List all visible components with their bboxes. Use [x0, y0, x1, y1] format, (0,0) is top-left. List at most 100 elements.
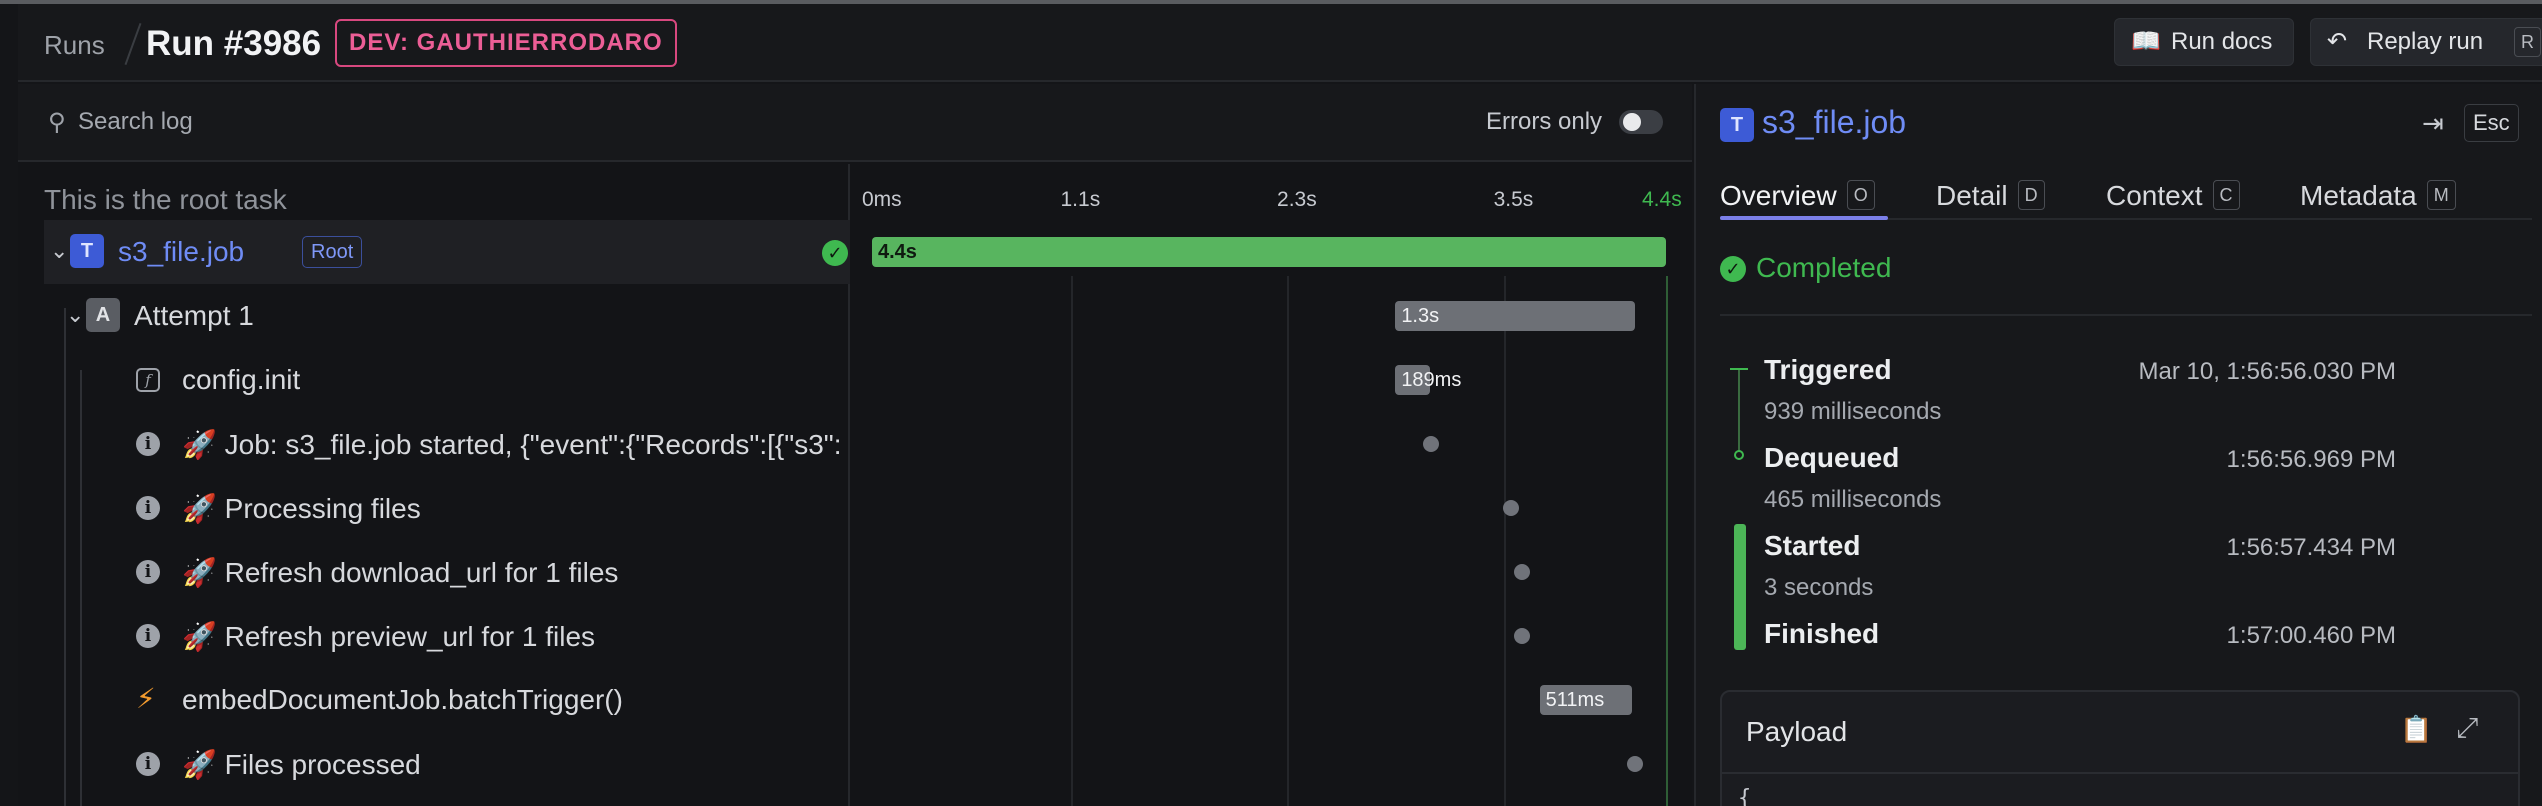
errors-only-toggle[interactable] — [1619, 110, 1663, 134]
timeline-end-line — [1666, 276, 1668, 806]
replay-run-button[interactable]: ↶ Replay run R — [2310, 18, 2542, 66]
expand-icon[interactable]: ⤢ — [2456, 712, 2478, 745]
event-time: 1:56:57.434 PM — [2226, 534, 2396, 561]
timeline-tick-label: 0ms — [862, 188, 902, 211]
search-log-input[interactable] — [78, 104, 678, 140]
span-name: 🚀 Files processed — [182, 749, 421, 780]
timeline-tick-label: 3.5s — [1493, 188, 1534, 211]
chevron-down-icon[interactable]: ⌄ — [66, 302, 84, 328]
replay-shortcut-key: R — [2514, 27, 2541, 57]
event-name: Triggered — [1764, 354, 1892, 385]
timeline-node — [1734, 450, 1744, 460]
event-time: 1:57:00.460 PM — [2226, 622, 2396, 649]
run-docs-button[interactable]: 📖 Run docs — [2114, 18, 2294, 66]
log-row[interactable]: i 🚀 Refresh preview_url for 1 files — [44, 604, 850, 668]
span-name: 🚀 Job: s3_file.job started, {"event":{"R… — [182, 429, 842, 460]
tab-label: Metadata — [2300, 180, 2417, 211]
tab-metadata[interactable]: Metadata M — [2300, 180, 2456, 214]
attempt-icon: A — [86, 298, 120, 332]
close-panel-button[interactable]: Esc — [2464, 104, 2519, 142]
span-name: s3_file.job — [118, 236, 245, 267]
span-name: 🚀 Processing files — [182, 493, 421, 524]
span-name: Attempt 1 — [134, 300, 254, 331]
timeline-event-dot[interactable] — [1627, 756, 1644, 772]
log-row[interactable]: i 🚀 Processing files — [44, 476, 850, 540]
span-row-attempt[interactable]: ⌄ A Attempt 1 — [44, 284, 850, 348]
timeline-grid-line — [1287, 276, 1290, 806]
log-row[interactable]: i 🚀 Files processed — [44, 732, 850, 796]
timeline-event-dot[interactable] — [1513, 628, 1530, 644]
collapse-panel-icon[interactable]: ⇥ — [2422, 108, 2444, 139]
timeline-span-bar[interactable]: 4.4s — [872, 237, 1666, 267]
status-text: Completed — [1756, 252, 1892, 283]
span-row[interactable]: ⚡ embedDocumentJob.batchTrigger() — [44, 668, 850, 732]
timeline-event-dot[interactable] — [1502, 500, 1519, 516]
event-duration: 3 seconds — [1764, 574, 1874, 601]
check-circle-icon: ✓ — [822, 240, 848, 266]
payload-card: Payload 📋 ⤢ { — [1720, 690, 2520, 806]
page-title: Run #3986 — [146, 24, 322, 63]
event-time: 1:56:56.969 PM — [2226, 446, 2396, 473]
check-circle-icon: ✓ — [1720, 256, 1746, 282]
chevron-down-icon[interactable]: ⌄ — [50, 238, 68, 264]
replay-run-label: Replay run — [2367, 28, 2484, 55]
timeline-span-bar[interactable]: 511ms — [1539, 685, 1632, 715]
environment-badge: DEV: GAUTHIERRODARO — [335, 19, 677, 67]
log-row[interactable]: i 🚀 Job: s3_file.job started, {"event":{… — [44, 412, 850, 476]
divider — [1720, 314, 2532, 316]
function-icon: f — [136, 368, 160, 392]
run-docs-label: Run docs — [2171, 28, 2273, 55]
root-task-label: This is the root task — [44, 184, 287, 215]
timeline-grid-line — [1070, 276, 1073, 806]
run-header: Runs Run #3986 DEV: GAUTHIERRODARO 📖 Run… — [18, 4, 2542, 82]
span-tree: This is the root task ⌄ T s3_file.job Ro… — [18, 164, 850, 806]
span-title: s3_file.job — [1762, 104, 1907, 140]
event-time: Mar 10, 1:56:56.030 PM — [2138, 358, 2396, 385]
book-icon: 📖 — [2131, 28, 2161, 55]
tab-context[interactable]: Context C — [2106, 180, 2240, 214]
event-name: Finished — [1764, 618, 1880, 649]
span-row-root[interactable]: ⌄ T s3_file.job Root ✓ — [44, 220, 850, 284]
event-duration: 465 milliseconds — [1764, 486, 1942, 513]
tab-overview[interactable]: Overview O — [1720, 180, 1875, 214]
timeline-tick-label: 2.3s — [1277, 188, 1317, 211]
task-icon: T — [70, 234, 104, 268]
clipboard-icon[interactable]: 📋 — [2400, 714, 2432, 745]
search-icon: ⚲ — [48, 109, 66, 136]
timeline-span-bar[interactable]: 1.3s — [1395, 301, 1636, 331]
payload-code: { — [1738, 786, 1752, 806]
breadcrumb-separator — [124, 22, 142, 66]
info-icon: i — [136, 752, 160, 776]
span-row[interactable]: f config.init — [44, 348, 850, 412]
span-name: config.init — [182, 364, 301, 395]
timeline[interactable]: 0ms 1.1s 2.3s 3.5s 4.4s 4.4s 1.3s 189ms 511ms — [852, 164, 1692, 806]
active-tab-indicator — [1720, 216, 1888, 220]
divider — [1722, 772, 2518, 774]
details-tabs: Overview O Detail D Context C Metadata M — [1720, 170, 2532, 220]
replay-arrow-icon: ↶ — [2327, 28, 2348, 55]
status-badge: ✓ Completed — [1720, 252, 1891, 284]
timeline-tick-label: 4.4s — [1642, 188, 1682, 211]
info-icon: i — [136, 624, 160, 648]
log-row[interactable]: i 🚀 Refresh download_url for 1 files — [44, 540, 850, 604]
timeline-event-dot[interactable] — [1513, 564, 1530, 580]
root-badge: Root — [302, 236, 363, 268]
tab-label: Overview — [1720, 180, 1837, 211]
breadcrumb-runs[interactable]: Runs — [44, 30, 105, 61]
tab-label: Detail — [1936, 180, 2008, 211]
timeline-grid-line — [1503, 276, 1506, 806]
timeline-event-dot[interactable] — [1423, 436, 1440, 452]
info-icon: i — [136, 432, 160, 456]
timeline-running-bar — [1734, 524, 1746, 650]
info-icon: i — [136, 496, 160, 520]
tab-detail[interactable]: Detail D — [1936, 180, 2045, 214]
tab-shortcut-key: M — [2426, 180, 2456, 210]
task-icon: T — [1720, 108, 1754, 142]
tab-shortcut-key: C — [2212, 180, 2240, 210]
errors-only-label: Errors only — [1486, 108, 1603, 135]
timeline-span-bar[interactable]: 189ms — [1395, 365, 1461, 395]
payload-title: Payload — [1746, 716, 1848, 747]
run-details-panel: T s3_file.job ⇥ Esc Overview O Detail D Co… — [1694, 84, 2542, 806]
event-name: Dequeued — [1764, 442, 1900, 473]
info-icon: i — [136, 560, 160, 584]
